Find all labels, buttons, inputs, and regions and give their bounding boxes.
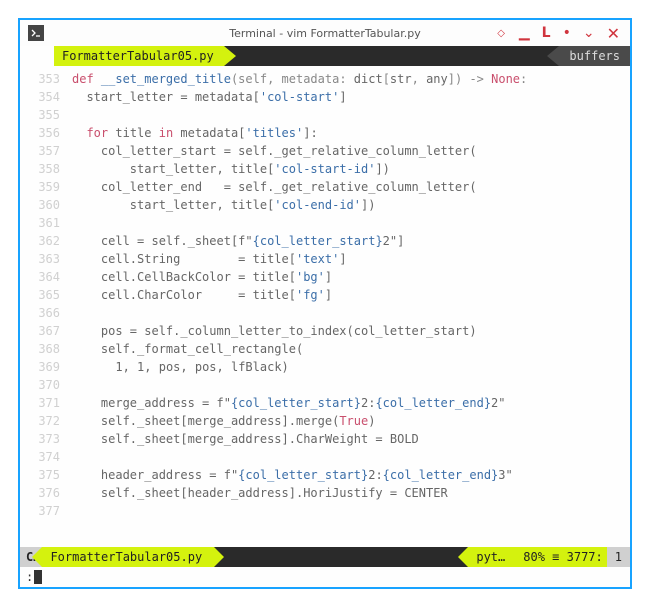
code-line[interactable]: 376 self._sheet[header_address].HoriJust… <box>20 484 630 502</box>
code-content: merge_address = f"{col_letter_start}2:{c… <box>72 396 630 410</box>
code-line[interactable]: 366 <box>20 304 630 322</box>
line-number: 354 <box>20 90 72 104</box>
code-line[interactable]: 355 <box>20 106 630 124</box>
code-line[interactable]: 363 cell.String = title['text'] <box>20 250 630 268</box>
tab-gap <box>20 46 54 66</box>
line-number: 356 <box>20 126 72 140</box>
code-line[interactable]: 359 col_letter_end = self._get_relative_… <box>20 178 630 196</box>
code-content: def __set_merged_title(self, metadata: d… <box>72 72 630 86</box>
window-controls: ◇ ▁ L • ⌄ ✕ <box>497 24 620 43</box>
line-number: 369 <box>20 360 72 374</box>
cursor-icon <box>34 570 42 584</box>
code-content: cell.CellBackColor = title['bg'] <box>72 270 630 284</box>
code-content: self._format_cell_rectangle( <box>72 342 630 356</box>
cmdline-text: : <box>26 570 33 584</box>
terminal-icon <box>28 25 44 41</box>
code-line[interactable]: 356 for title in metadata['titles']: <box>20 124 630 142</box>
status-position: 80% ≡ 3777: <box>513 547 607 567</box>
code-line[interactable]: 353def __set_merged_title(self, metadata… <box>20 70 630 88</box>
code-line[interactable]: 368 self._format_cell_rectangle( <box>20 340 630 358</box>
line-number: 363 <box>20 252 72 266</box>
code-line[interactable]: 365 cell.CharColor = title['fg'] <box>20 286 630 304</box>
minimize-icon[interactable]: ▁ <box>519 25 530 41</box>
editor-area[interactable]: 353def __set_merged_title(self, metadata… <box>20 66 630 552</box>
code-line[interactable]: 377 <box>20 502 630 520</box>
line-number: 361 <box>20 216 72 230</box>
line-number: 362 <box>20 234 72 248</box>
maximize-icon[interactable]: L <box>542 25 551 41</box>
line-number: 370 <box>20 378 72 392</box>
line-number: 366 <box>20 306 72 320</box>
code-content: 1, 1, pos, pos, lfBlack) <box>72 360 630 374</box>
code-line[interactable]: 373 self._sheet[merge_address].CharWeigh… <box>20 430 630 448</box>
line-number: 368 <box>20 342 72 356</box>
line-number: 355 <box>20 108 72 122</box>
line-number: 372 <box>20 414 72 428</box>
code-line[interactable]: 374 <box>20 448 630 466</box>
status-spacer <box>214 547 468 567</box>
code-line[interactable]: 358 start_letter, title['col-start-id']) <box>20 160 630 178</box>
line-number: 374 <box>20 450 72 464</box>
code-line[interactable]: 357 col_letter_start = self._get_relativ… <box>20 142 630 160</box>
line-number: 373 <box>20 432 72 446</box>
code-line[interactable]: 360 start_letter, title['col-end-id']) <box>20 196 630 214</box>
code-line[interactable]: 364 cell.CellBackColor = title['bg'] <box>20 268 630 286</box>
code-line[interactable]: 362 cell = self._sheet[f"{col_letter_sta… <box>20 232 630 250</box>
code-line[interactable]: 372 self._sheet[merge_address].merge(Tru… <box>20 412 630 430</box>
shade-icon[interactable]: ⌄ <box>583 25 595 41</box>
tab-active[interactable]: FormatterTabular05.py <box>54 46 224 66</box>
dot-icon[interactable]: • <box>563 25 571 41</box>
line-number: 365 <box>20 288 72 302</box>
code-content: self._sheet[header_address].HoriJustify … <box>72 486 630 500</box>
close-icon[interactable]: ✕ <box>607 24 620 43</box>
code-content: pos = self._column_letter_to_index(col_l… <box>72 324 630 338</box>
vim-statusline: C… FormatterTabular05.py pyt… 80% ≡ 3777… <box>20 547 630 567</box>
line-number: 371 <box>20 396 72 410</box>
code-line[interactable]: 367 pos = self._column_letter_to_index(c… <box>20 322 630 340</box>
line-number: 357 <box>20 144 72 158</box>
code-line[interactable]: 375 header_address = f"{col_letter_start… <box>20 466 630 484</box>
code-content: self._sheet[merge_address].CharWeight = … <box>72 432 630 446</box>
line-number: 376 <box>20 486 72 500</box>
code-content: cell = self._sheet[f"{col_letter_start}2… <box>72 234 630 248</box>
code-line[interactable]: 354 start_letter = metadata['col-start'] <box>20 88 630 106</box>
line-number: 375 <box>20 468 72 482</box>
line-number: 353 <box>20 72 72 86</box>
code-content: col_letter_start = self._get_relative_co… <box>72 144 630 158</box>
code-content: cell.String = title['text'] <box>72 252 630 266</box>
titlebar[interactable]: Terminal - vim FormatterTabular.py ◇ ▁ L… <box>20 20 630 46</box>
buffers-label[interactable]: buffers <box>559 46 630 66</box>
code-line[interactable]: 361 <box>20 214 630 232</box>
code-content: self._sheet[merge_address].merge(True) <box>72 414 630 428</box>
line-number: 358 <box>20 162 72 176</box>
code-content: start_letter = metadata['col-start'] <box>72 90 630 104</box>
status-filetype: pyt… <box>468 547 513 567</box>
line-number: 360 <box>20 198 72 212</box>
tab-label: FormatterTabular05.py <box>62 49 214 63</box>
code-content: header_address = f"{col_letter_start}2:{… <box>72 468 630 482</box>
status-column: 1 <box>607 547 630 567</box>
code-line[interactable]: 371 merge_address = f"{col_letter_start}… <box>20 394 630 412</box>
code-line[interactable]: 369 1, 1, pos, pos, lfBlack) <box>20 358 630 376</box>
vim-cmdline[interactable]: : <box>20 567 630 587</box>
code-content: col_letter_end = self._get_relative_colu… <box>72 180 630 194</box>
line-number: 377 <box>20 504 72 518</box>
code-content: start_letter, title['col-start-id']) <box>72 162 630 176</box>
line-number: 364 <box>20 270 72 284</box>
line-number: 359 <box>20 180 72 194</box>
code-content: cell.CharColor = title['fg'] <box>72 288 630 302</box>
vim-tabline: FormatterTabular05.py buffers <box>20 46 630 66</box>
code-content: for title in metadata['titles']: <box>72 126 630 140</box>
code-content: start_letter, title['col-end-id']) <box>72 198 630 212</box>
line-number: 367 <box>20 324 72 338</box>
code-line[interactable]: 370 <box>20 376 630 394</box>
status-filename: FormatterTabular05.py <box>42 547 214 567</box>
keep-above-icon[interactable]: ◇ <box>497 28 507 39</box>
terminal-window: Terminal - vim FormatterTabular.py ◇ ▁ L… <box>18 18 632 589</box>
